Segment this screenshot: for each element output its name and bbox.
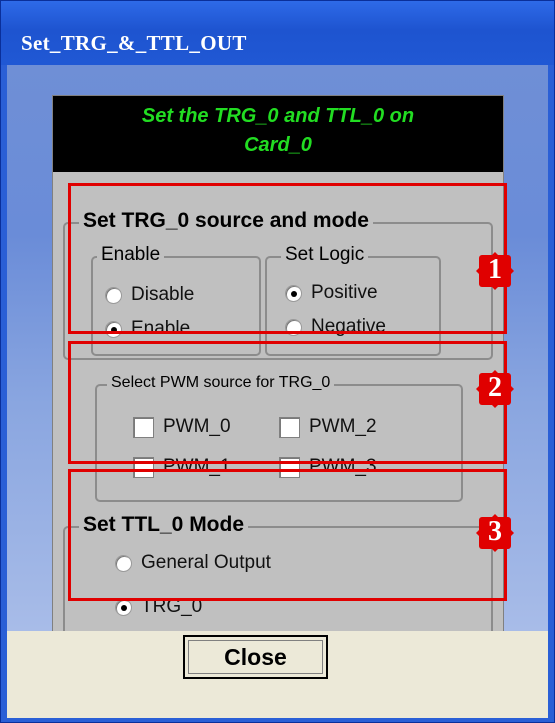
logic-group: Set Logic Positive Negative	[265, 244, 441, 356]
close-button[interactable]: Close	[183, 635, 328, 679]
dialog-client-area: Set the TRG_0 and TTL_0 on Card_0 Set TR…	[7, 65, 548, 718]
radio-enable-label: Enable	[131, 318, 191, 339]
pwm-group-title: Select PWM source for TRG_0	[107, 374, 335, 392]
radio-disable-indicator[interactable]	[105, 286, 122, 304]
settings-panel: Set the TRG_0 and TTL_0 on Card_0 Set TR…	[52, 95, 504, 677]
checkbox-pwm-0-label: PWM_0	[163, 416, 231, 437]
checkbox-pwm-3[interactable]: PWM_3	[279, 456, 377, 478]
banner-line-2: Card_0	[244, 134, 312, 156]
badge-1: 1	[473, 249, 517, 293]
checkbox-pwm-1[interactable]: PWM_1	[133, 456, 231, 478]
window-title: Set_TRG_&_TTL_OUT	[21, 31, 247, 55]
radio-disable[interactable]: Disable	[105, 284, 194, 306]
radio-trg0-label: TRG_0	[141, 596, 203, 617]
banner-line-1: Set the TRG_0 and TTL_0 on	[141, 105, 415, 127]
dialog-window: Set_TRG_&_TTL_OUT Set the TRG_0 and TTL_…	[0, 0, 555, 723]
radio-negative-indicator[interactable]	[285, 318, 302, 336]
checkbox-pwm-2-box[interactable]	[279, 416, 300, 438]
radio-negative[interactable]: Negative	[285, 316, 386, 338]
badge-3: 3	[473, 511, 517, 555]
checkbox-pwm-1-box[interactable]	[133, 456, 154, 478]
trg-source-mode-group: Set TRG_0 source and mode Enable Disable…	[63, 209, 493, 360]
radio-negative-label: Negative	[311, 316, 386, 337]
radio-enable-indicator[interactable]	[105, 320, 122, 338]
radio-enable[interactable]: Enable	[105, 318, 190, 340]
title-bar[interactable]: Set_TRG_&_TTL_OUT	[1, 1, 554, 65]
checkbox-pwm-0[interactable]: PWM_0	[133, 416, 231, 438]
checkbox-pwm-3-box[interactable]	[279, 456, 300, 478]
radio-disable-label: Disable	[131, 284, 195, 305]
radio-general-output[interactable]: General Output	[115, 552, 271, 574]
ttl-mode-group: Set TTL_0 Mode General Output TRG_0	[63, 513, 493, 636]
logic-group-title: Set Logic	[281, 244, 369, 266]
checkbox-pwm-2-label: PWM_2	[309, 416, 377, 437]
trg-group-title: Set TRG_0 source and mode	[79, 209, 373, 233]
checkbox-pwm-3-label: PWM_3	[309, 456, 377, 477]
checkbox-pwm-2[interactable]: PWM_2	[279, 416, 377, 438]
checkbox-pwm-1-label: PWM_1	[163, 456, 231, 477]
radio-general-output-indicator[interactable]	[115, 554, 132, 572]
radio-trg0[interactable]: TRG_0	[115, 596, 202, 618]
radio-positive[interactable]: Positive	[285, 282, 378, 304]
info-banner: Set the TRG_0 and TTL_0 on Card_0	[53, 96, 503, 172]
pwm-source-group: Select PWM source for TRG_0 PWM_0 PWM_2 …	[95, 374, 463, 502]
radio-trg0-indicator[interactable]	[115, 598, 132, 616]
enable-group-title: Enable	[97, 244, 165, 266]
badge-2: 2	[473, 367, 517, 411]
ttl-group-title: Set TTL_0 Mode	[79, 513, 249, 537]
radio-positive-indicator[interactable]	[285, 284, 302, 302]
enable-group: Enable Disable Enable	[91, 244, 261, 356]
radio-positive-label: Positive	[311, 282, 378, 303]
checkbox-pwm-0-box[interactable]	[133, 416, 154, 438]
radio-general-output-label: General Output	[141, 552, 271, 573]
